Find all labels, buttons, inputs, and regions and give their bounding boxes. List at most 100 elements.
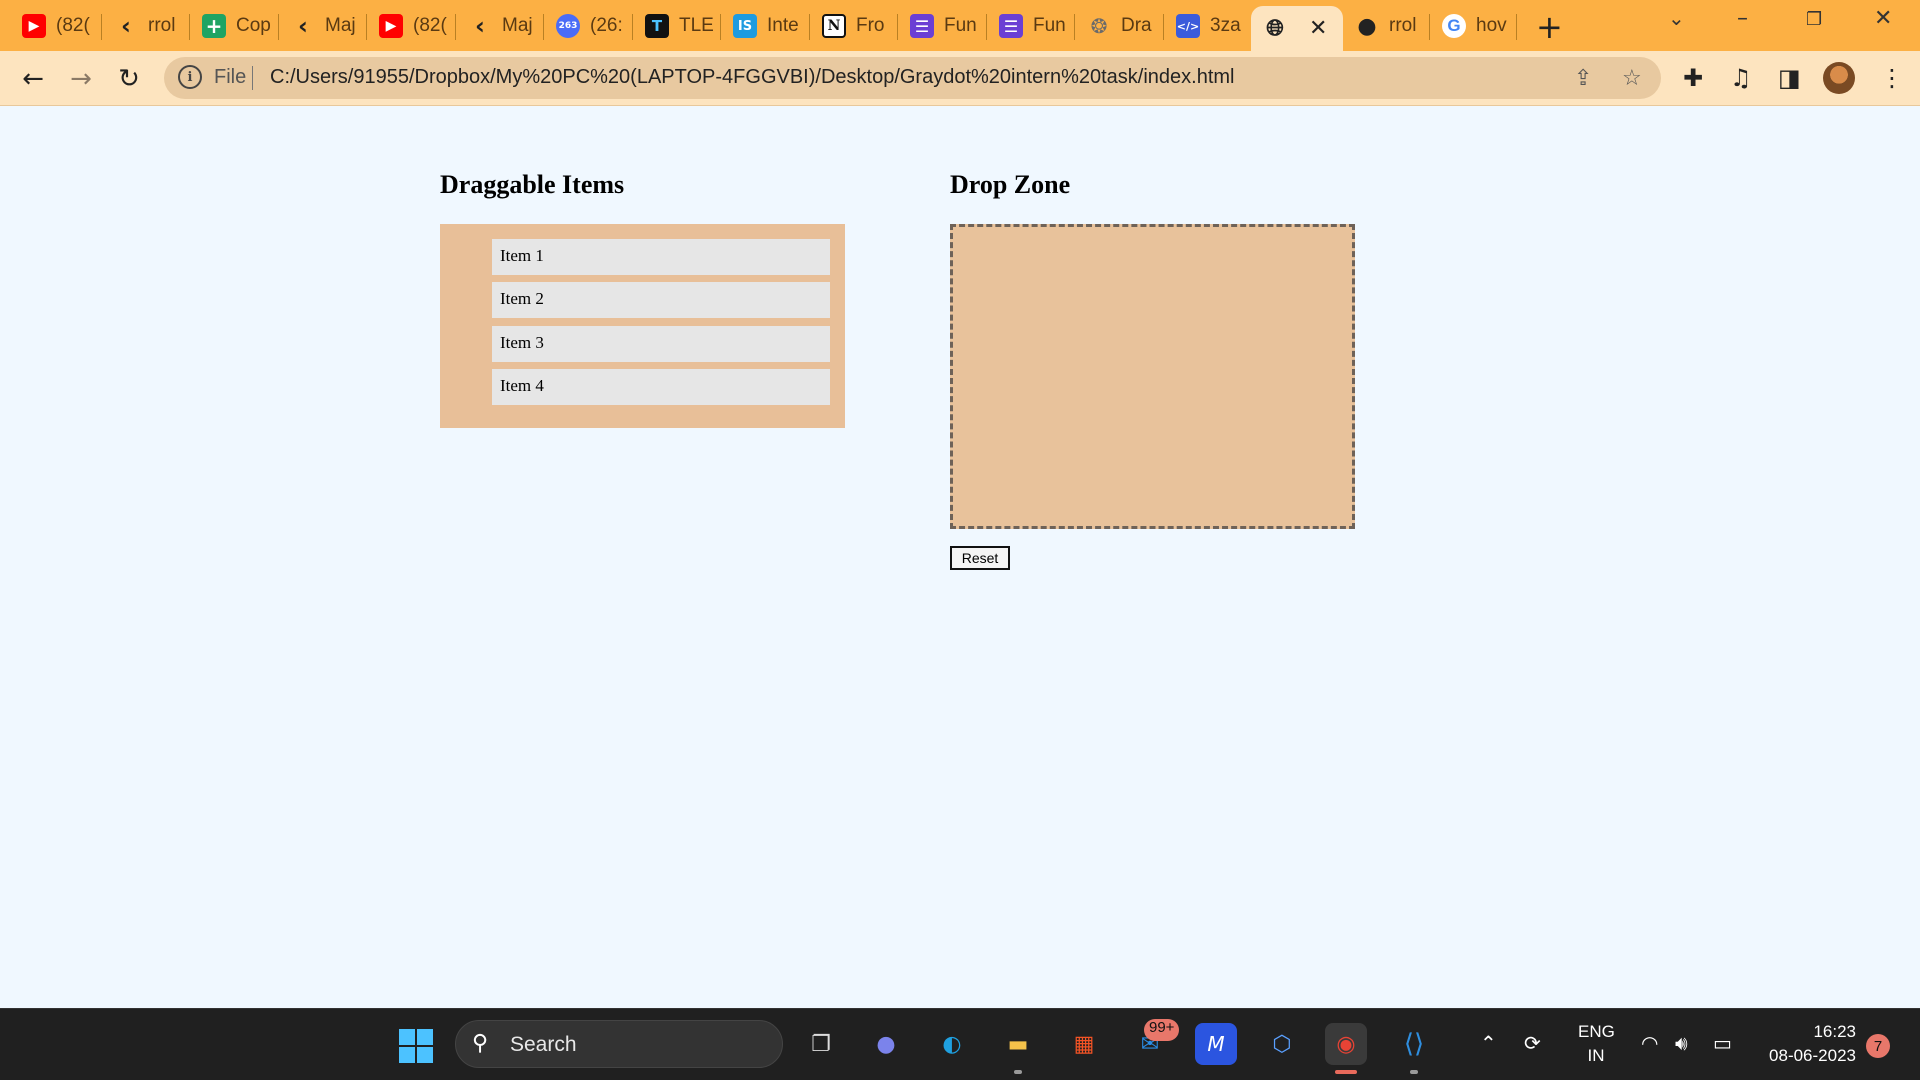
running-indicator <box>1014 1070 1022 1074</box>
openai-icon: ❂ <box>1090 14 1108 38</box>
back-button[interactable]: ← <box>16 62 50 96</box>
url-text[interactable]: C:/Users/91955/Dropbox/My%20PC%20(LAPTOP… <box>270 66 1235 89</box>
chrome-icon[interactable]: ◉ <box>1325 1023 1367 1074</box>
sync-icon[interactable]: ⟳ <box>1524 1031 1541 1055</box>
back-arrow-icon: ‹ <box>475 12 485 40</box>
back-arrow-icon: ‹ <box>121 12 131 40</box>
clock-date[interactable]: 08-06-2023 <box>1756 1046 1856 1066</box>
draggable-items-container: Item 1 Item 2 Item 3 Item 4 <box>440 224 845 428</box>
tab-label: Inte <box>767 15 799 36</box>
globe-icon: 🌐︎ <box>1266 16 1284 41</box>
draggable-item[interactable]: Item 2 <box>492 282 830 318</box>
wifi-icon[interactable]: ◠ <box>1641 1031 1658 1055</box>
task-view-icon[interactable]: ❐ <box>800 1023 842 1065</box>
browser-tab[interactable]: ‹ Maj <box>279 7 361 45</box>
microsoft-store-icon[interactable]: ▦ <box>1063 1023 1105 1065</box>
drop-zone[interactable] <box>950 224 1355 529</box>
forward-button[interactable]: → <box>64 62 98 96</box>
browser-tab[interactable]: + Cop <box>190 7 272 45</box>
google-icon: G <box>1442 14 1466 38</box>
sheets-icon: + <box>202 14 226 38</box>
info-icon[interactable]: i <box>178 65 202 89</box>
notification-count-badge[interactable]: 7 <box>1866 1034 1890 1058</box>
tab-separator <box>1516 14 1517 40</box>
browser-tab[interactable]: ❂ Dra <box>1075 7 1157 45</box>
battery-icon[interactable]: ▭ <box>1713 1031 1732 1055</box>
side-panel-icon[interactable]: ◨ <box>1778 64 1801 92</box>
reload-button[interactable]: ↻ <box>112 62 146 96</box>
file-scheme-label: File <box>214 66 247 88</box>
browser-tab[interactable]: G hov <box>1430 7 1512 45</box>
browser-tab[interactable]: ‹ rrol <box>102 7 184 45</box>
bing-copilot-icon[interactable]: ⬡ <box>1261 1023 1303 1065</box>
minimize-icon[interactable]: – <box>1737 6 1748 31</box>
language-code[interactable]: ENG <box>1578 1022 1615 1042</box>
vscode-icon[interactable]: ⟨⟩ <box>1393 1023 1435 1074</box>
extensions-puzzle-icon[interactable]: ✚ <box>1683 64 1703 92</box>
tool-app-icon[interactable]: M <box>1195 1023 1237 1065</box>
teams-chat-icon[interactable]: ● <box>865 1023 907 1065</box>
restore-icon[interactable]: ❐ <box>1806 9 1822 30</box>
running-indicator <box>1410 1070 1418 1074</box>
tab-label: Fun <box>944 15 977 36</box>
profile-avatar[interactable] <box>1823 62 1855 94</box>
kebab-menu-icon[interactable]: ⋮ <box>1880 64 1904 92</box>
browser-tab[interactable]: </> 3za <box>1164 7 1246 45</box>
browser-tab[interactable]: ▶ (82( <box>367 7 449 45</box>
volume-icon[interactable]: 🔊︎ <box>1675 1031 1688 1055</box>
browser-toolbar: ← → ↻ i File C:/Users/91955/Dropbox/My%2… <box>0 51 1920 106</box>
github-icon: ● <box>1357 13 1377 39</box>
taskbar-search[interactable]: ⚲ Search <box>455 1020 783 1068</box>
new-tab-button[interactable]: + <box>1536 8 1563 46</box>
tab-label: Fun <box>1033 15 1066 36</box>
drop-zone-heading: Drop Zone <box>950 170 1071 199</box>
browser-tab[interactable]: IS Inte <box>721 7 803 45</box>
search-label: Search <box>510 1033 577 1056</box>
browser-tab[interactable]: ☰ Fun <box>987 7 1069 45</box>
browser-tab[interactable]: ▶ (82( <box>10 7 92 45</box>
page-content: Draggable Items Drop Zone Item 1 Item 2 … <box>0 106 1920 1008</box>
youtube-icon: ▶ <box>379 14 403 38</box>
show-hidden-icons-chevron-icon[interactable]: ⌃ <box>1480 1031 1497 1055</box>
browser-tab[interactable]: ● rrol <box>1343 7 1425 45</box>
tab-label: Cop <box>236 15 271 36</box>
active-tab[interactable]: 🌐︎ ✕ <box>1251 6 1343 51</box>
address-bar[interactable]: i File C:/Users/91955/Dropbox/My%20PC%20… <box>164 57 1661 99</box>
close-window-icon[interactable]: ✕ <box>1874 6 1892 31</box>
notion-icon: N <box>822 14 846 38</box>
is-icon: IS <box>733 14 757 38</box>
code-icon: </> <box>1176 14 1200 38</box>
tab-label: rrol <box>1389 15 1417 36</box>
tab-label: (82( <box>56 15 90 36</box>
reset-button[interactable]: Reset <box>950 546 1010 570</box>
search-icon: ⚲ <box>472 1031 489 1056</box>
windows-start-icon[interactable] <box>399 1029 433 1063</box>
youtube-icon: ▶ <box>22 14 46 38</box>
tab-search-chevron-icon[interactable]: ⌄ <box>1668 6 1685 30</box>
media-control-icon[interactable]: ♫ <box>1730 64 1752 92</box>
draggable-item[interactable]: Item 3 <box>492 326 830 362</box>
share-icon[interactable]: ⇪ <box>1574 66 1592 91</box>
tab-label: (26: <box>590 15 623 36</box>
bookmark-star-icon[interactable]: ☆ <box>1622 66 1642 91</box>
clock-time[interactable]: 16:23 <box>1756 1022 1856 1042</box>
tab-strip: ▶ (82( ‹ rrol + Cop ‹ Maj ▶ (82( ‹ Maj 2… <box>0 0 1920 51</box>
browser-tab[interactable]: N Fro <box>810 7 892 45</box>
mail-badge: 99+ <box>1144 1019 1180 1041</box>
tab-label: Maj <box>325 15 356 36</box>
tle-icon: T <box>645 14 669 38</box>
draggable-items-heading: Draggable Items <box>440 170 625 199</box>
browser-tab[interactable]: T TLE <box>633 7 715 45</box>
browser-tab[interactable]: ☰ Fun <box>898 7 980 45</box>
draggable-item[interactable]: Item 1 <box>492 239 830 275</box>
region-code[interactable]: IN <box>1578 1046 1614 1066</box>
edge-icon[interactable]: ◐ <box>931 1023 973 1065</box>
browser-tab[interactable]: ‹ Maj <box>456 7 538 45</box>
close-tab-icon[interactable]: ✕ <box>1309 16 1327 41</box>
badge-263-icon: 263 <box>556 14 580 38</box>
draggable-item[interactable]: Item 4 <box>492 369 830 405</box>
list-icon: ☰ <box>999 14 1023 38</box>
address-divider <box>252 66 253 90</box>
file-explorer-icon[interactable]: ▬ <box>997 1023 1039 1074</box>
browser-tab[interactable]: 263 (26: <box>544 7 626 45</box>
